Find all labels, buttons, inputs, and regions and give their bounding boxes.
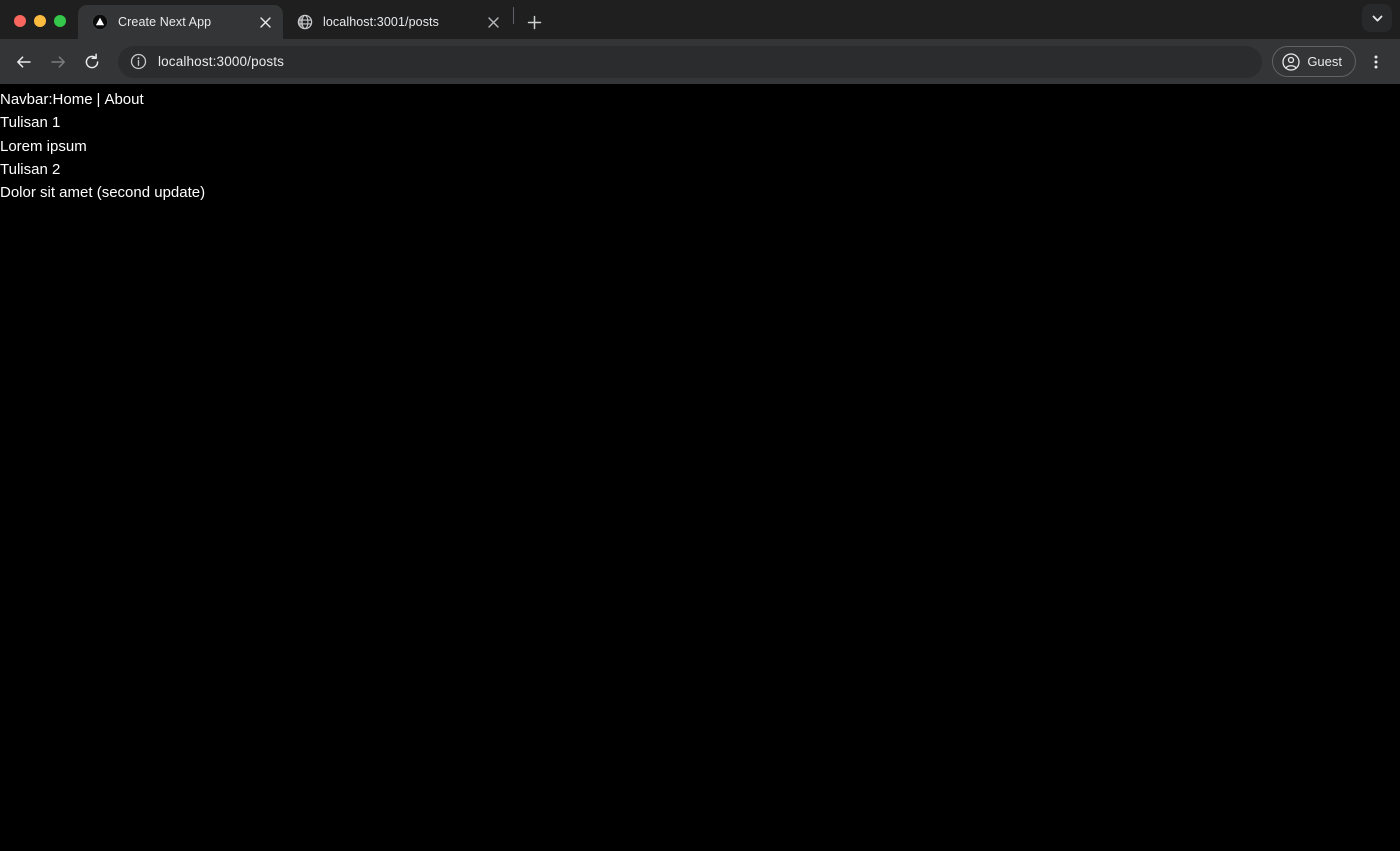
profile-button[interactable]: Guest bbox=[1272, 46, 1356, 77]
page-viewport: Navbar:Home | About Tulisan 1 Lorem ipsum … bbox=[0, 84, 1400, 851]
window-zoom-button[interactable] bbox=[54, 15, 66, 27]
tab-strip: Create Next App localhost:3001/posts bbox=[0, 0, 1400, 39]
window-close-button[interactable] bbox=[14, 15, 26, 27]
navbar-link-about[interactable]: About bbox=[104, 91, 143, 108]
page-content: Navbar:Home | About Tulisan 1 Lorem ipsum … bbox=[0, 84, 1400, 204]
post-body: Dolor sit amet (second update) bbox=[0, 184, 206, 202]
tab-search-button[interactable] bbox=[1362, 4, 1392, 32]
address-bar[interactable]: localhost:3000/posts bbox=[118, 45, 1263, 78]
navbar: Navbar:Home | About bbox=[0, 84, 1400, 111]
account-circle-icon bbox=[1282, 52, 1300, 71]
tab-title: Create Next App bbox=[118, 15, 212, 29]
window-traffic-lights bbox=[0, 15, 78, 39]
window-minimize-button[interactable] bbox=[34, 15, 46, 27]
browser-menu-button[interactable] bbox=[1362, 46, 1390, 78]
post-body: Lorem ipsum bbox=[0, 137, 87, 155]
browser-window: Create Next App localhost:3001/posts loc… bbox=[0, 0, 1400, 851]
post-title: Tulisan 1 bbox=[0, 114, 61, 132]
tab-close-button[interactable] bbox=[255, 12, 275, 32]
browser-tab-localhost-3001[interactable]: localhost:3001/posts bbox=[283, 5, 511, 39]
profile-label: Guest bbox=[1307, 54, 1342, 69]
browser-tab-create-next-app[interactable]: Create Next App bbox=[78, 5, 283, 39]
navbar-link-home[interactable]: Home bbox=[53, 91, 93, 108]
info-circle-icon[interactable] bbox=[128, 52, 148, 72]
new-tab-button[interactable] bbox=[520, 8, 548, 36]
browser-toolbar: localhost:3000/posts Guest bbox=[0, 39, 1400, 84]
tab-title: localhost:3001/posts bbox=[323, 15, 439, 29]
nextjs-triangle-icon bbox=[91, 14, 108, 31]
navbar-prefix: Navbar: bbox=[0, 91, 53, 108]
tab-separator bbox=[513, 7, 514, 24]
forward-button[interactable] bbox=[42, 46, 74, 78]
reload-button[interactable] bbox=[76, 46, 108, 78]
tab-close-button[interactable] bbox=[483, 12, 503, 32]
post-title: Tulisan 2 bbox=[0, 160, 61, 178]
back-button[interactable] bbox=[8, 46, 40, 78]
globe-icon bbox=[296, 14, 313, 31]
navbar-separator: | bbox=[96, 91, 101, 108]
address-bar-url[interactable]: localhost:3000/posts bbox=[158, 54, 284, 69]
